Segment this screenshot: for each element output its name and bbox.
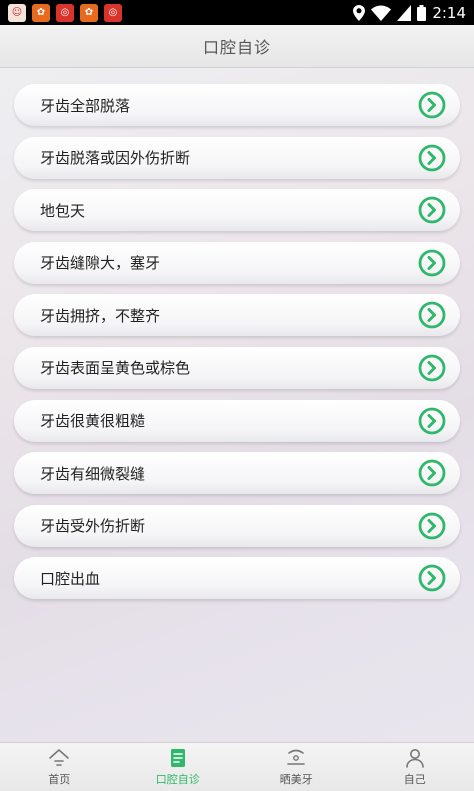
chevron-right-icon bbox=[418, 564, 446, 592]
battery-icon bbox=[417, 4, 427, 21]
list-item-label: 口腔出血 bbox=[40, 569, 101, 588]
chevron-right-icon bbox=[418, 301, 446, 329]
app-notification-icon: ◎ bbox=[104, 3, 122, 22]
location-icon bbox=[353, 4, 366, 21]
tab-self-diagnosis[interactable]: 口腔自诊 bbox=[119, 743, 238, 791]
chevron-right-icon bbox=[418, 354, 446, 382]
title-bar: 口腔自诊 bbox=[0, 25, 474, 68]
list-item-label: 牙齿受外伤折断 bbox=[40, 517, 146, 536]
list-item[interactable]: 牙齿很黄很粗糙 bbox=[14, 399, 460, 442]
wifi-icon bbox=[371, 5, 392, 21]
list-item[interactable]: 牙齿有细微裂缝 bbox=[14, 452, 460, 495]
list-item-label: 牙齿表面呈黄色或棕色 bbox=[40, 359, 191, 378]
symptom-list: 牙齿全部脱落 牙齿脱落或因外伤折断 地包天 牙齿缝隙大，塞牙 牙齿拥挤，不整齐 … bbox=[14, 84, 460, 610]
signal-icon bbox=[397, 4, 412, 21]
list-item-label: 牙齿拥挤，不整齐 bbox=[40, 306, 161, 325]
app-notification-icon: ✿ bbox=[32, 3, 50, 22]
user-icon bbox=[405, 749, 424, 768]
status-bar: ☺ ✿ ◎ ✿ ◎ 2:14 bbox=[0, 0, 474, 25]
list-item-label: 牙齿全部脱落 bbox=[40, 96, 131, 115]
list-item-label: 牙齿很黄很粗糙 bbox=[40, 412, 146, 431]
app-notification-icon: ☺ bbox=[8, 3, 26, 22]
chevron-right-icon bbox=[418, 196, 446, 224]
list-item-label: 牙齿缝隙大，塞牙 bbox=[40, 254, 161, 273]
list-item[interactable]: 牙齿受外伤折断 bbox=[14, 504, 460, 547]
tab-home[interactable]: 首页 bbox=[0, 743, 119, 791]
list-item-label: 牙齿有细微裂缝 bbox=[40, 464, 146, 483]
tab-me[interactable]: 自己 bbox=[356, 743, 474, 791]
tab-label: 口腔自诊 bbox=[155, 773, 200, 786]
clipboard-icon bbox=[170, 749, 185, 767]
status-time: 2:14 bbox=[432, 3, 466, 22]
list-item-label: 牙齿脱落或因外伤折断 bbox=[40, 149, 191, 168]
home-icon bbox=[49, 749, 70, 766]
list-item[interactable]: 牙齿脱落或因外伤折断 bbox=[14, 136, 460, 179]
list-item-label: 地包天 bbox=[40, 201, 86, 220]
tab-label: 自己 bbox=[403, 773, 426, 786]
chevron-right-icon bbox=[418, 407, 446, 434]
app-notification-icon: ✿ bbox=[80, 3, 98, 22]
list-item[interactable]: 牙齿拥挤，不整齐 bbox=[14, 294, 460, 337]
tab-label: 晒美牙 bbox=[279, 773, 313, 786]
chevron-right-icon bbox=[418, 512, 446, 540]
tab-share-smile[interactable]: 晒美牙 bbox=[237, 743, 356, 791]
list-item[interactable]: 牙齿缝隙大，塞牙 bbox=[14, 241, 460, 284]
chevron-right-icon bbox=[418, 249, 446, 277]
app-notification-icon: ◎ bbox=[56, 3, 74, 22]
list-item[interactable]: 地包天 bbox=[14, 189, 460, 232]
list-item[interactable]: 口腔出血 bbox=[14, 557, 460, 600]
page-title: 口腔自诊 bbox=[202, 38, 271, 57]
bottom-tab-bar: 首页 口腔自诊 晒美牙 自己 bbox=[0, 742, 474, 791]
list-item[interactable]: 牙齿全部脱落 bbox=[14, 84, 460, 126]
chevron-right-icon bbox=[418, 144, 446, 171]
chevron-right-icon bbox=[418, 459, 446, 487]
list-item[interactable]: 牙齿表面呈黄色或棕色 bbox=[14, 346, 460, 389]
notification-icons: ☺ ✿ ◎ ✿ ◎ bbox=[8, 3, 122, 22]
tab-label: 首页 bbox=[48, 773, 71, 786]
smile-icon bbox=[287, 749, 306, 765]
chevron-right-icon bbox=[418, 91, 446, 119]
